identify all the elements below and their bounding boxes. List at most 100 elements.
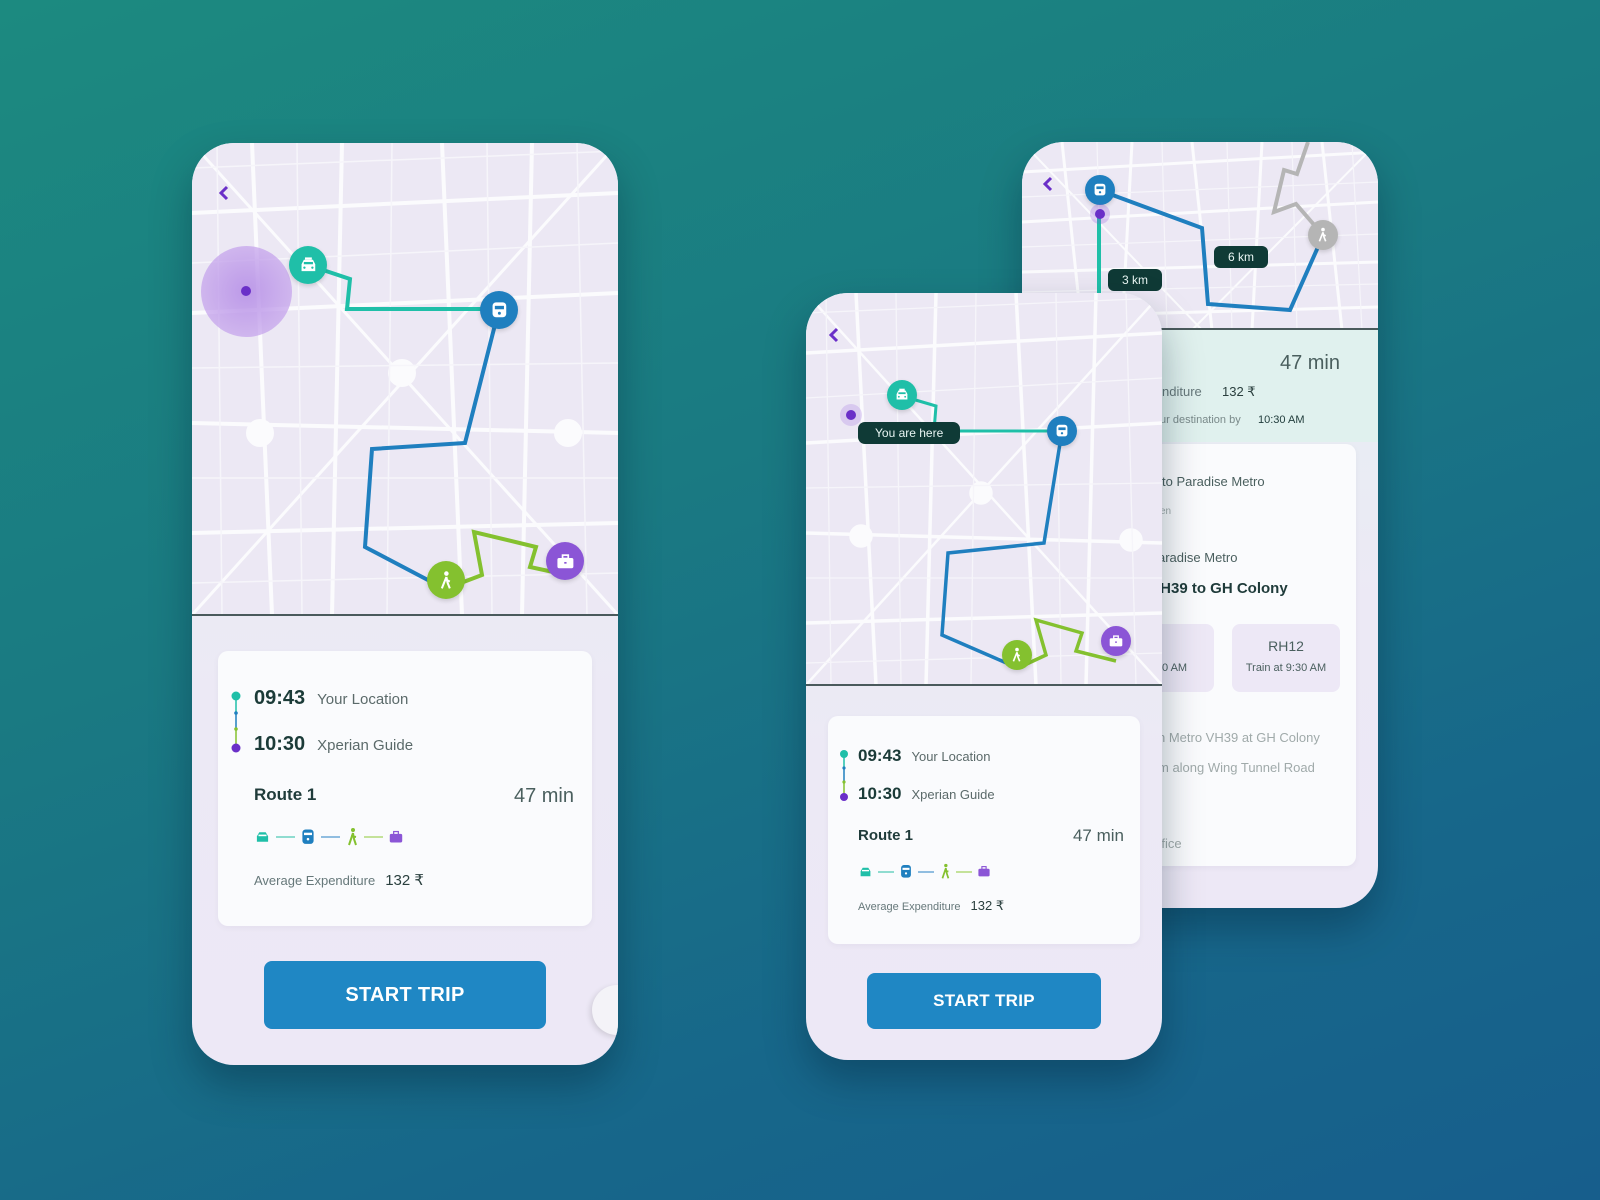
taxi-route [307,263,499,311]
distance-tag-3km: 3 km [1108,269,1163,291]
briefcase-icon [557,553,573,568]
train-option-rh12[interactable]: RH12 Train at 9:30 AM [1232,624,1340,692]
route-lines [901,394,1117,670]
metro-node[interactable] [480,291,518,329]
office-node[interactable] [546,542,584,580]
arrival-time: 10:30 AM [1258,414,1305,426]
transport-modes [254,827,404,847]
back-button[interactable] [822,323,846,347]
train-icon [302,829,314,844]
expenditure-value: 132 ₹ [970,898,1005,913]
map-divider [192,614,618,616]
arrival-label: ur destination by [1160,414,1241,426]
separator [956,870,972,873]
route-timeline [231,691,241,753]
walk-icon [348,828,357,846]
start-place: Your Location [317,691,409,708]
end-time: 10:30 [254,733,306,755]
taxi-icon [860,867,871,876]
step-2-title: aradise Metro [1158,550,1238,565]
swipe-handle[interactable] [592,985,618,1035]
average-expenditure: Average Expenditure 132 ₹ [254,871,424,889]
route-summary-card[interactable]: 09:43 Your Location 10:30 Xperian Guide … [218,651,592,926]
walk-icon [1318,227,1327,242]
start-time: 09:43 [858,746,902,765]
start-place: Your Location [911,749,991,764]
chevron-left-icon [218,185,229,201]
walk-node[interactable] [1002,640,1032,670]
back-button[interactable] [212,181,236,205]
metro-node[interactable] [1047,416,1077,446]
map-view[interactable] [192,143,618,615]
taxi-node[interactable] [289,246,327,284]
train-icon [901,864,911,878]
train-option-1-time: 0 AM [1162,662,1188,674]
end-place: Xperian Guide [317,737,414,754]
briefcase-icon [978,866,990,877]
walk-node-inactive[interactable] [1308,220,1338,250]
current-location-dot [241,286,251,296]
separator [321,836,340,838]
expenditure-label: Average Expenditure [858,901,961,913]
briefcase-icon [389,830,403,843]
chevron-left-icon [1042,176,1053,192]
walk-icon [941,863,950,879]
end-row: 10:30 Xperian Guide [858,784,995,804]
you-are-here-tag: You are here [858,422,961,444]
end-row: 10:30 Xperian Guide [254,733,413,756]
taxi-icon [256,832,269,842]
current-location-dot [846,410,856,420]
current-location-dot [1095,209,1105,219]
instruction-2: m along Wing Tunnel Road [1158,760,1315,775]
chevron-left-icon [828,327,839,343]
transport-modes [858,863,991,880]
walk-route-inactive [1271,142,1324,236]
distance-tag-6km: 6 km [1214,246,1269,268]
separator [918,870,934,873]
taxi-icon [301,257,315,271]
train-icon [1056,424,1068,437]
train-icon [1094,183,1106,196]
end-time: 10:30 [858,784,902,803]
walk-icon [440,570,451,589]
duration-text: 47 min [513,785,574,807]
start-trip-button[interactable]: START TRIP [264,961,546,1029]
expenditure-label: Average Expenditure [254,873,376,888]
start-time: 09:43 [254,687,306,709]
route-summary-card[interactable]: 09:43 Your Location 10:30 Xperian Guide … [828,716,1140,944]
phone-screen-route-overview: You are here 09:43 Your Location 10:30 X… [806,293,1162,1060]
taxi-node[interactable] [887,380,917,410]
train-icon [492,302,506,317]
briefcase-icon [1109,635,1123,647]
phone-screen-route-main: 09:43 Your Location 10:30 Xperian Guide … [192,143,618,1065]
separator [364,836,383,838]
route-label: Route 1 [858,827,914,844]
route-timeline [840,750,848,801]
end-place: Xperian Guide [911,787,995,802]
duration-text: 47 min [1072,826,1124,845]
expenditure-value: 132 ₹ [1222,384,1256,399]
walk-node[interactable] [427,561,465,599]
separator [878,870,894,873]
map-view[interactable]: You are here [806,293,1162,685]
duration-text: 47 min [1279,352,1340,374]
expenditure-label: nditure [1162,384,1202,399]
separator [276,836,295,838]
expenditure-value: 132 ₹ [385,872,424,889]
taxi-icon [896,388,908,400]
map-divider [806,684,1162,686]
start-row: 09:43 Your Location [858,746,991,766]
start-trip-button[interactable]: START TRIP [867,973,1101,1029]
train-time: Train at 9:30 AM [1245,662,1327,674]
average-expenditure: Average Expenditure 132 ₹ [858,898,1004,914]
metro-node[interactable] [1085,175,1115,205]
train-code: RH12 [1268,638,1304,654]
back-button[interactable] [1036,172,1060,196]
metro-route [940,430,1064,670]
instruction-1: n Metro VH39 at GH Colony [1158,730,1320,745]
office-node[interactable] [1101,626,1131,656]
step-1-title: to Paradise Metro [1162,474,1265,489]
walk-icon [1012,647,1021,662]
metro-route [362,308,501,591]
start-row: 09:43 Your Location [254,687,408,710]
